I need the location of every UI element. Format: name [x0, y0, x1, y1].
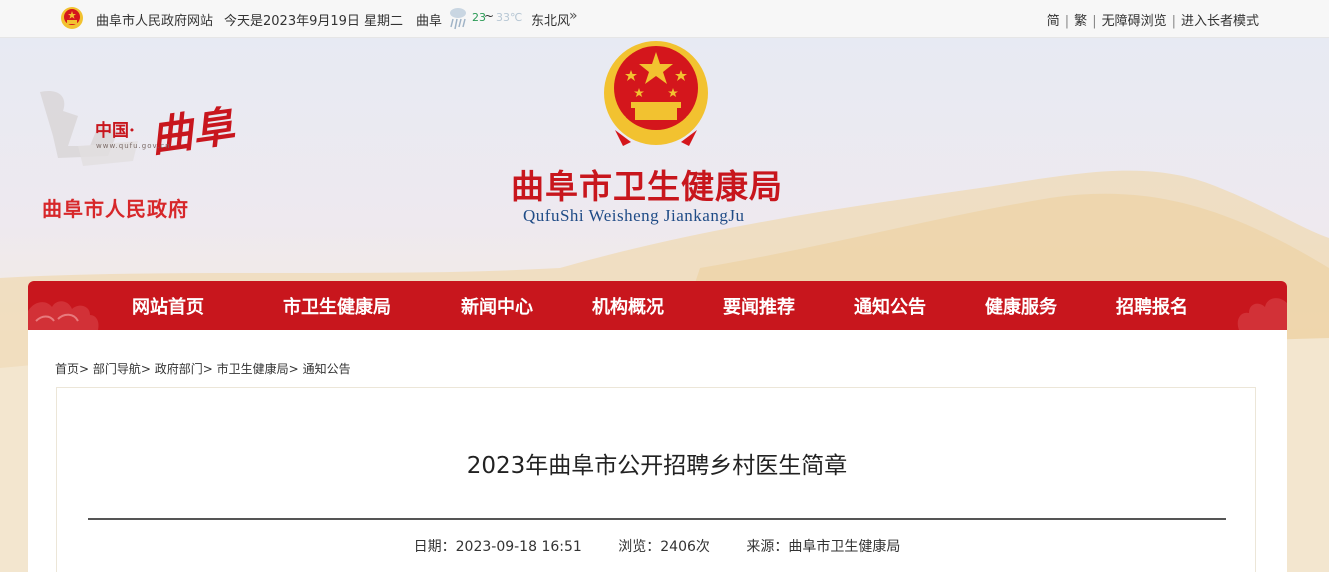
breadcrumb-bureau[interactable]: 市卫生健康局> [217, 362, 299, 376]
bureau-pinyin: QufuShi Weisheng JiankangJu [523, 206, 745, 225]
breadcrumb-home[interactable]: 首页> [55, 362, 89, 376]
article-date: 日期：2023-09-18 16:51 [413, 539, 582, 555]
traditional-chinese-link[interactable]: 繁 [1074, 14, 1087, 29]
article-source: 来源：曲阜市卫生健康局 [746, 539, 901, 555]
elderly-mode-link[interactable]: 进入长者模式 [1181, 14, 1259, 29]
national-emblem-icon [604, 41, 708, 146]
bureau-title: 曲阜市卫生健康局 [511, 167, 783, 206]
top-bar: 曲阜市人民政府网站 今天是2023年9月19日 星期二 曲阜 23 ~ 33℃ … [0, 0, 1329, 38]
rain-cloud-icon [450, 8, 466, 30]
nav-item-about[interactable]: 机构概况 [592, 293, 664, 319]
logo-country-text: 中国· [95, 121, 135, 141]
top-links: 简 | 繁 | 无障碍浏览 | 进入长者模式 [1047, 10, 1259, 29]
auspicious-cloud-icon [1237, 298, 1287, 330]
nav-item-recruitment[interactable]: 招聘报名 [1116, 293, 1188, 319]
nav-item-headlines[interactable]: 要闻推荐 [723, 293, 795, 319]
wind-direction: 东北风 [531, 14, 571, 29]
article-meta: 日期：2023-09-18 16:51 浏览：2406次 来源：曲阜市卫生健康局 [57, 536, 1257, 556]
nav-item-health-services[interactable]: 健康服务 [985, 293, 1057, 319]
national-emblem-icon [61, 7, 83, 29]
breadcrumb-departments[interactable]: 部门导航> [93, 362, 151, 376]
content-panel: 首页> 部门导航> 政府部门> 市卫生健康局> 通知公告 2023年曲阜市公开招… [28, 330, 1287, 572]
accessibility-link[interactable]: 无障碍浏览 [1102, 14, 1167, 29]
breadcrumb: 首页> 部门导航> 政府部门> 市卫生健康局> 通知公告 [55, 360, 351, 377]
current-date: 今天是2023年9月19日 星期二 [224, 14, 404, 29]
breadcrumb-gov-departments[interactable]: 政府部门> [155, 362, 213, 376]
logo-url: www.qufu.gov.cn [96, 142, 171, 150]
auspicious-cloud-icon [28, 301, 99, 330]
title-divider [88, 518, 1226, 520]
government-name[interactable]: 曲阜市人民政府 [42, 193, 189, 222]
site-name-link[interactable]: 曲阜市人民政府网站 [96, 10, 213, 29]
logo-calligraphy: 曲阜 [147, 101, 238, 162]
temperature-separator: ~ [484, 9, 495, 23]
weather-more-icon[interactable]: » [569, 8, 578, 24]
breadcrumb-notices[interactable]: 通知公告 [303, 362, 351, 376]
nav-item-news[interactable]: 新闻中心 [461, 293, 533, 319]
link-separator: | [1092, 14, 1097, 29]
main-nav: 网站首页 市卫生健康局 新闻中心 机构概况 要闻推荐 通知公告 健康服务 招聘报… [28, 281, 1287, 330]
article-title: 2023年曲阜市公开招聘乡村医生简章 [466, 453, 848, 479]
simplified-chinese-link[interactable]: 简 [1047, 14, 1060, 29]
nav-item-notices[interactable]: 通知公告 [854, 293, 926, 319]
link-separator: | [1171, 14, 1176, 29]
weather-city: 曲阜 [416, 14, 443, 29]
nav-item-home[interactable]: 网站首页 [132, 293, 204, 319]
article-views: 浏览：2406次 [618, 539, 710, 555]
temperature-high: 33℃ [496, 11, 523, 24]
link-separator: | [1064, 14, 1070, 29]
article-container: 2023年曲阜市公开招聘乡村医生简章 日期：2023-09-18 16:51 浏… [56, 387, 1256, 572]
nav-item-bureau[interactable]: 市卫生健康局 [283, 293, 391, 319]
